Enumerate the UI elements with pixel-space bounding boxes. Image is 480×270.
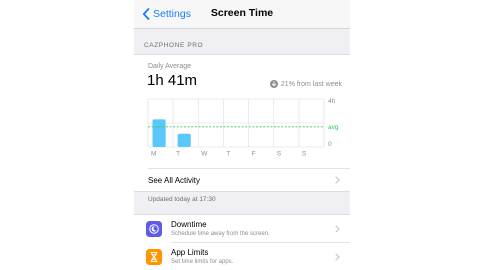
x-tick-label: W	[201, 151, 208, 158]
chevron-right-icon	[335, 253, 340, 261]
last-updated-text: Updated today at 17:30	[148, 196, 216, 203]
y-tick-label: 0	[328, 141, 332, 148]
x-tick-label: S	[302, 151, 307, 158]
y-tick-label: 4h	[328, 98, 336, 105]
daily-average-value: 1h 41m	[147, 72, 198, 89]
bar-1	[177, 133, 191, 147]
app-limits-title: App Limits	[171, 248, 209, 257]
app-limits-row[interactable]: App Limits Set time limits for apps.	[134, 243, 350, 270]
x-tick-label: M	[151, 151, 156, 158]
see-all-activity-label: See All Activity	[148, 176, 201, 185]
see-all-activity-row[interactable]: See All Activity	[134, 169, 350, 191]
downtime-subtitle: Schedule time away from the screen.	[171, 231, 270, 237]
weekly-usage-chart: avg 4h 0 M T W T F S S	[147, 98, 339, 158]
x-tick-label: T	[226, 151, 230, 158]
screen-time-screen: Settings Screen Time CAZPHONE PRO Daily …	[134, 0, 350, 270]
average-label: avg	[328, 124, 339, 131]
x-tick-label: F	[252, 151, 256, 158]
x-tick-label: T	[176, 151, 180, 158]
downtime-row[interactable]: Downtime Schedule time away from the scr…	[134, 215, 350, 243]
hourglass-icon	[150, 252, 158, 262]
moon-icon	[149, 224, 159, 234]
downtime-icon-tile	[146, 221, 162, 237]
settings-list: Downtime Schedule time away from the scr…	[134, 214, 350, 270]
weekly-change: 21% from last week	[269, 80, 342, 88]
chevron-right-icon	[335, 176, 340, 184]
arrow-down-circle-icon	[269, 80, 278, 88]
downtime-title: Downtime	[171, 220, 207, 229]
daily-average-label: Daily Average	[148, 63, 192, 70]
app-limits-subtitle: Set time limits for apps.	[171, 259, 234, 265]
bar-0	[152, 119, 166, 147]
page-title: Screen Time	[210, 7, 274, 19]
app-limits-icon-tile	[146, 249, 162, 265]
chevron-right-icon	[335, 225, 340, 233]
usage-card: Daily Average 1h 41m 21% from last week …	[134, 54, 350, 192]
navigation-bar: Settings Screen Time	[134, 0, 350, 29]
weekly-change-text: 21% from last week	[280, 80, 342, 88]
x-tick-label: S	[277, 151, 282, 158]
device-section-header: CAZPHONE PRO	[144, 42, 204, 49]
